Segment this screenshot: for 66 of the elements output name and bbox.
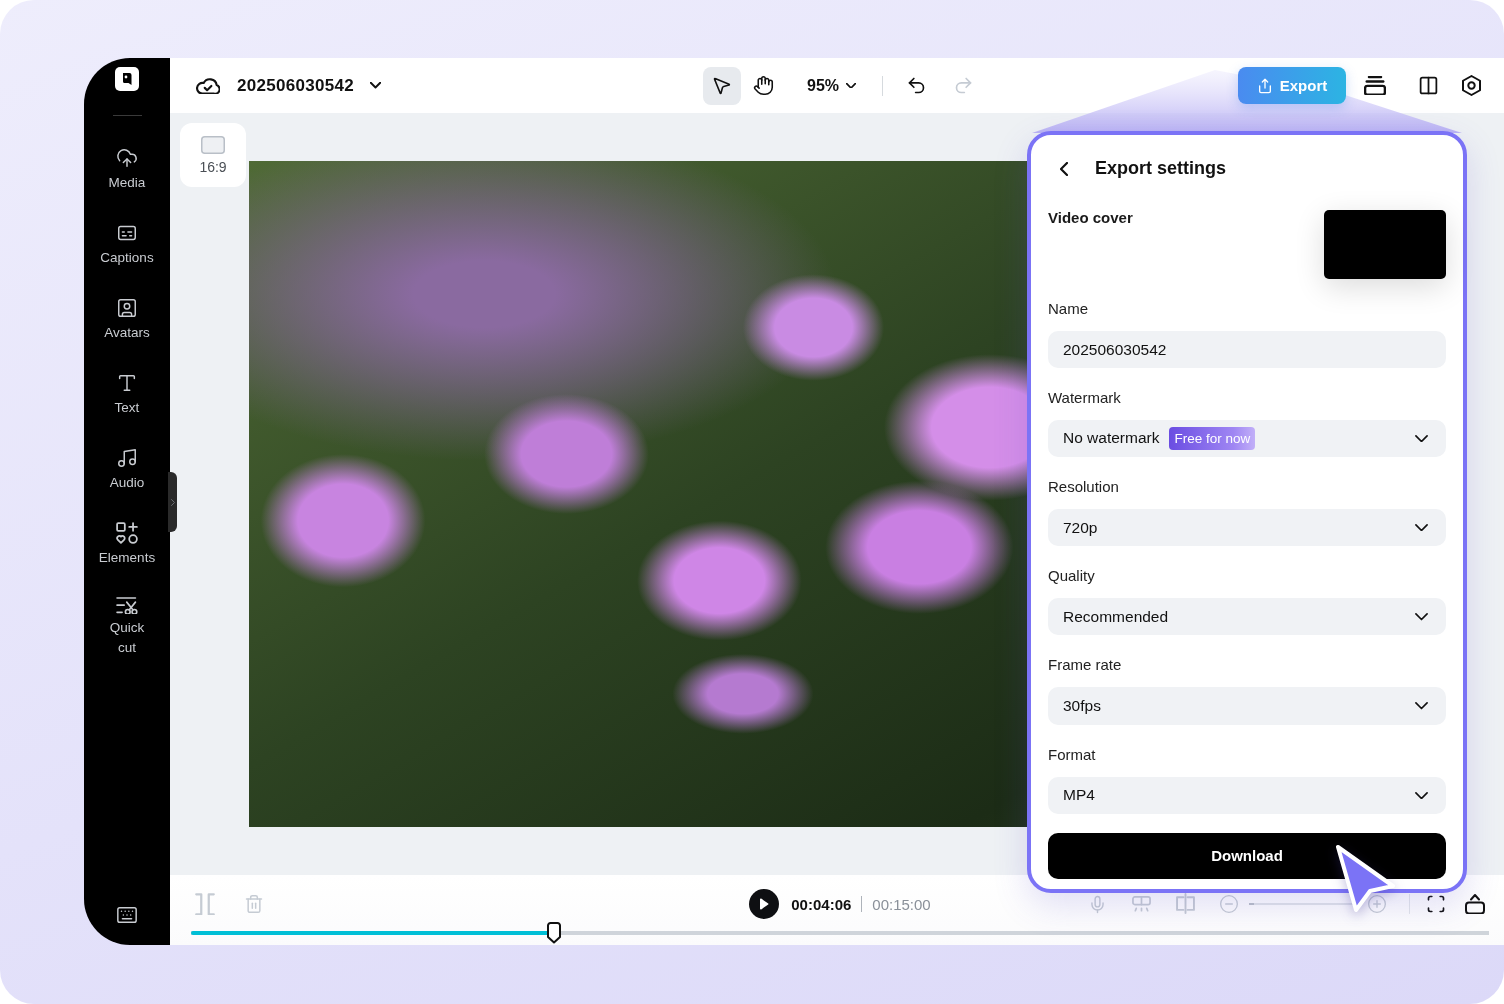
chevron-down-icon	[370, 82, 382, 89]
keyboard-icon	[116, 904, 138, 926]
promo-badge: Free for now	[1169, 426, 1256, 450]
field-label: Resolution	[1048, 476, 1120, 497]
shapes-icon	[116, 522, 138, 544]
caret-box-icon	[1465, 893, 1485, 915]
dropdown-field[interactable]: 30fps	[1048, 687, 1446, 725]
project-name-dropdown[interactable]: 202506030542	[237, 75, 382, 96]
chevron-down-icon	[1415, 791, 1428, 799]
total-time: 00:15:00	[872, 895, 931, 913]
chevron-down-icon	[846, 82, 856, 89]
chevron-down-icon	[1415, 434, 1428, 443]
trash-icon	[244, 894, 264, 914]
tool-button[interactable]	[703, 66, 741, 105]
settings-icon	[1461, 75, 1481, 96]
sidebar-item[interactable]: Audio	[84, 432, 170, 507]
sidebar-item[interactable]: Captions	[84, 207, 170, 282]
sidebar-item[interactable]: Elements	[84, 507, 170, 582]
field-label: Watermark	[1048, 387, 1122, 408]
columns-icon	[1417, 75, 1439, 96]
logo-icon[interactable]	[115, 67, 139, 91]
stack-icon	[1364, 75, 1386, 96]
playhead-handle[interactable]	[546, 922, 563, 944]
panel-title: Export settings	[1095, 158, 1227, 180]
dropdown-field[interactable]: MP4	[1048, 776, 1446, 814]
sidebar-item[interactable]: Quick cut	[84, 582, 170, 659]
share-icon	[1256, 77, 1273, 94]
current-time: 00:04:06	[791, 895, 852, 913]
zoom-dropdown[interactable]: 95%	[803, 76, 860, 95]
field-label: Name	[1048, 299, 1089, 320]
play-icon	[759, 898, 770, 910]
zoom-out-icon	[1219, 894, 1239, 914]
collapse-handle[interactable]	[168, 472, 177, 532]
chevron-down-icon	[1415, 613, 1428, 621]
dropdown-field[interactable]: No watermark Free for now	[1048, 419, 1446, 457]
chevron-down-icon	[1415, 702, 1428, 710]
sidebar-item[interactable]: Avatars	[84, 282, 170, 357]
music-note-icon	[116, 447, 138, 469]
chevron-right-icon	[170, 498, 175, 506]
cloud-check-icon	[196, 76, 220, 95]
split-icon	[1175, 893, 1195, 915]
chevron-left-icon	[1060, 161, 1068, 176]
chevron-down-icon	[1415, 523, 1428, 532]
field-label: Format	[1048, 744, 1097, 765]
sidebar-item[interactable]: Media	[84, 132, 170, 207]
user-square-icon	[116, 297, 138, 319]
dropdown-field[interactable]: Recommended	[1048, 598, 1446, 636]
cloud-upload-icon	[116, 147, 138, 169]
bracket-icon	[195, 892, 215, 916]
fullscreen-icon	[1426, 894, 1446, 914]
clip-icon	[1131, 896, 1151, 912]
sidebar-item[interactable]: Text	[84, 357, 170, 432]
text-field[interactable]: 202506030542	[1048, 331, 1446, 368]
video-cover-label: Video cover	[1048, 208, 1133, 229]
letter-t-icon	[116, 372, 138, 394]
scissors-lines-icon	[116, 597, 138, 615]
play-button[interactable]	[749, 889, 780, 919]
hand-icon	[753, 75, 775, 96]
rectangle-icon	[201, 135, 225, 154]
aspect-ratio-button[interactable]: 16:9	[180, 123, 246, 187]
field-label: Quality	[1048, 566, 1096, 587]
download-button[interactable]: Download	[1048, 832, 1446, 879]
dropdown-field[interactable]: 720p	[1048, 508, 1446, 547]
zoom-in-icon	[1367, 894, 1387, 914]
pointer-icon	[711, 75, 733, 96]
field-label: Frame rate	[1048, 655, 1123, 676]
